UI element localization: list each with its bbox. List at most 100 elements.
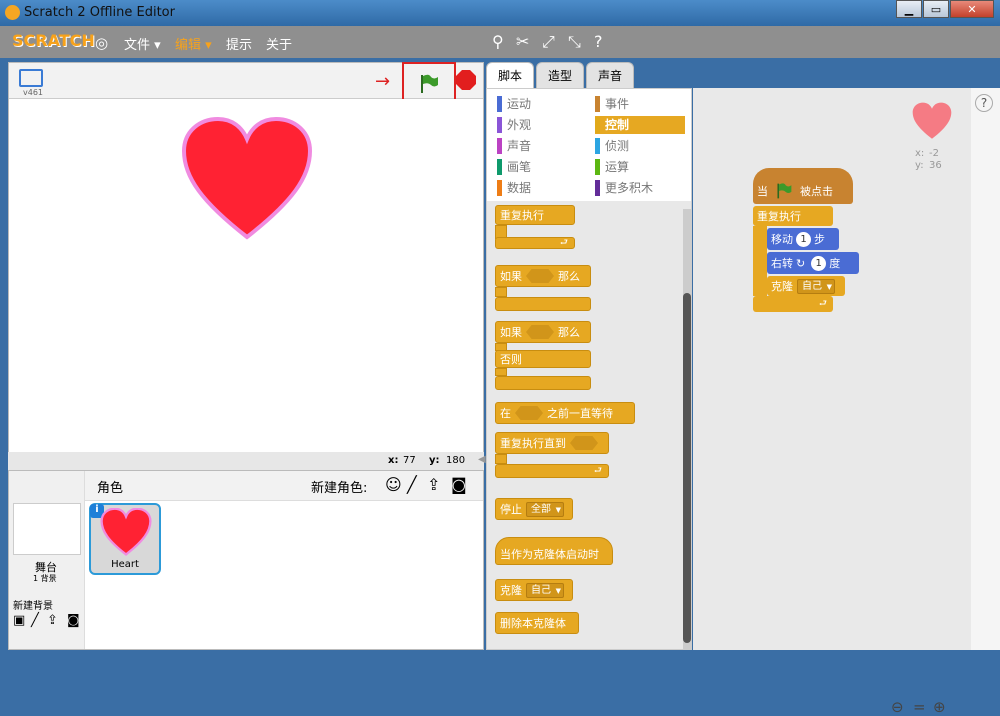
- repeat-until-arrow-icon: ⮐: [495, 464, 609, 478]
- menu-tips[interactable]: 提示: [226, 34, 252, 53]
- title-bar: Scratch 2 Offline Editor ▁ ▭ ✕: [0, 0, 1000, 26]
- brush-backdrop-icon[interactable]: ╱: [31, 613, 39, 628]
- tab-scripts[interactable]: 脚本: [486, 62, 534, 88]
- else-label: 否则: [495, 350, 591, 368]
- shrink-tool-icon[interactable]: ⤡: [568, 32, 581, 52]
- category-control[interactable]: 控制: [595, 116, 685, 134]
- category-looks[interactable]: 外观: [497, 116, 587, 134]
- maximize-button[interactable]: ▭: [923, 0, 949, 18]
- palette-blocks: 重复执行 ⮐ 如果 那么 如果 那么 否则 在之前一直等待 重复执行直到 ⮐ 停止全…: [487, 203, 677, 649]
- duplicate-tool-icon[interactable]: ⚲: [492, 32, 504, 51]
- sprites-panel: 舞台 1 背景 新建背景 ▣ ╱ ⇪ ◙ 角色 新建角色: ☺ ╱ ⇪ ◙ i …: [8, 470, 484, 650]
- block-create-clone[interactable]: 克隆 自己: [495, 579, 573, 601]
- block-when-clone-start[interactable]: 当作为克隆体启动时: [495, 537, 613, 565]
- category-more-blocks[interactable]: 更多积木: [595, 179, 685, 197]
- window-title: Scratch 2 Offline Editor: [24, 5, 175, 20]
- script-forever[interactable]: 重复执行: [753, 206, 833, 226]
- block-if-then[interactable]: 如果 那么: [495, 265, 591, 287]
- mouse-x-value: 77: [403, 455, 416, 466]
- collapse-arrow-icon[interactable]: ◀: [478, 454, 486, 465]
- heart-sprite[interactable]: [182, 117, 312, 241]
- category-events[interactable]: 事件: [595, 95, 685, 113]
- menu-file[interactable]: 文件 ▾: [124, 34, 161, 53]
- paint-sprite-icon[interactable]: ╱: [407, 475, 417, 494]
- minimize-button[interactable]: ▁: [896, 0, 922, 18]
- app-icon: [5, 5, 20, 20]
- block-repeat-until[interactable]: 重复执行直到: [495, 432, 609, 454]
- fullscreen-icon[interactable]: [19, 69, 43, 87]
- close-button[interactable]: ✕: [950, 0, 994, 18]
- new-sprite-label: 新建角色:: [311, 481, 368, 496]
- script-clone-dropdown[interactable]: 自己: [797, 278, 835, 294]
- tab-sounds[interactable]: 声音: [586, 62, 634, 88]
- stage-toolbar: v461 →: [9, 62, 483, 106]
- stop-button[interactable]: [456, 70, 476, 90]
- zoom-out-icon[interactable]: ⊖: [891, 698, 904, 716]
- category-motion[interactable]: 运动: [497, 95, 587, 113]
- help-icon[interactable]: ?: [594, 32, 603, 51]
- sprite-x-label: x:: [915, 148, 925, 159]
- menu-edit[interactable]: 编辑 ▾: [175, 34, 212, 53]
- green-flag-icon: [421, 74, 438, 93]
- tab-costumes[interactable]: 造型: [536, 62, 584, 88]
- right-strip: ?: [971, 88, 1000, 650]
- if-else-footer: [495, 376, 591, 390]
- stage-thumb-panel: 舞台 1 背景 新建背景 ▣ ╱ ⇪ ◙: [9, 471, 85, 649]
- sprites-header: 角色 新建角色: ☺ ╱ ⇪ ◙: [85, 471, 483, 501]
- mouse-x-label: x:: [388, 455, 399, 466]
- script-move[interactable]: 移动 1 步: [767, 228, 839, 250]
- delete-tool-icon[interactable]: ✂: [516, 32, 529, 51]
- menu-bar: SCRATCH ◎ 文件 ▾ 编辑 ▾ 提示 关于 ⚲ ✂ ⤢ ⤡ ?: [0, 26, 1000, 58]
- stage-bg-count: 1 背景: [33, 574, 57, 583]
- menu-about[interactable]: 关于: [266, 34, 292, 53]
- sprite-x-value: -2: [929, 148, 939, 159]
- zoom-reset-icon[interactable]: =: [913, 698, 926, 716]
- if-then-footer: [495, 297, 591, 311]
- script-turn-right[interactable]: 右转 ↻ 1 度: [767, 252, 859, 274]
- scripts-area[interactable]: x: -2 y: 36 当 被点击 重复执行 移动1步 右转↻1度 克隆自己 ⮐…: [693, 88, 971, 716]
- clone-option-dropdown[interactable]: 自己: [526, 582, 564, 598]
- sprite-tile-heart[interactable]: i Heart: [89, 503, 161, 575]
- camera-sprite-icon[interactable]: ◙: [451, 475, 467, 494]
- choose-sprite-icon[interactable]: ☺: [385, 475, 402, 494]
- block-palette: 运动 事件 外观 控制 声音 侦测 画笔 运算 数据 更多积木 重复执行 ⮐ 如…: [486, 88, 692, 650]
- turn-degrees-input[interactable]: 1: [811, 255, 827, 271]
- move-steps-input[interactable]: 1: [796, 231, 811, 247]
- grow-tool-icon[interactable]: ⤢: [542, 32, 555, 52]
- category-data[interactable]: 数据: [497, 179, 587, 197]
- block-if-else[interactable]: 如果 那么: [495, 321, 591, 343]
- mouse-coords: x: 77 y: 180 ◀: [8, 452, 486, 470]
- sprite-y-label: y:: [915, 160, 924, 171]
- sprite-y-value: 36: [929, 160, 942, 171]
- category-list: 运动 事件 外观 控制 声音 侦测 画笔 运算 数据 更多积木: [487, 89, 691, 201]
- paint-backdrop-icon[interactable]: ▣: [13, 613, 25, 628]
- palette-scrollbar[interactable]: [683, 209, 691, 649]
- upload-backdrop-icon[interactable]: ⇪: [47, 613, 58, 628]
- category-operators[interactable]: 运算: [595, 158, 685, 176]
- new-backdrop-label: 新建背景: [13, 601, 53, 612]
- palette-scroll-thumb[interactable]: [683, 293, 691, 643]
- arrow-icon: →: [375, 71, 391, 92]
- stage-thumbnail[interactable]: [13, 503, 81, 555]
- block-delete-clone[interactable]: 删除本克隆体: [495, 612, 579, 634]
- block-forever[interactable]: 重复执行: [495, 205, 575, 225]
- rotate-right-icon: ↻: [796, 256, 806, 270]
- zoom-in-icon[interactable]: ⊕: [933, 698, 946, 716]
- hat-block-green-flag[interactable]: 当 被点击: [753, 168, 853, 204]
- globe-icon[interactable]: ◎: [95, 34, 108, 52]
- block-stop[interactable]: 停止 全部: [495, 498, 573, 520]
- script-create-clone[interactable]: 克隆 自己: [767, 276, 845, 296]
- camera-backdrop-icon[interactable]: ◙: [67, 613, 80, 628]
- block-wait-until[interactable]: 在之前一直等待: [495, 402, 635, 424]
- stage-panel: v461 →: [8, 62, 484, 468]
- category-sound[interactable]: 声音: [497, 137, 587, 155]
- category-pen[interactable]: 画笔: [497, 158, 587, 176]
- scratch-logo[interactable]: SCRATCH: [12, 31, 95, 50]
- mouse-y-value: 180: [446, 455, 466, 466]
- sprite-name: Heart: [111, 559, 139, 570]
- stop-option-dropdown[interactable]: 全部: [526, 501, 564, 517]
- upload-sprite-icon[interactable]: ⇪: [427, 475, 440, 494]
- stage-canvas[interactable]: [10, 99, 482, 455]
- category-sensing[interactable]: 侦测: [595, 137, 685, 155]
- help-circle-icon[interactable]: ?: [975, 94, 993, 112]
